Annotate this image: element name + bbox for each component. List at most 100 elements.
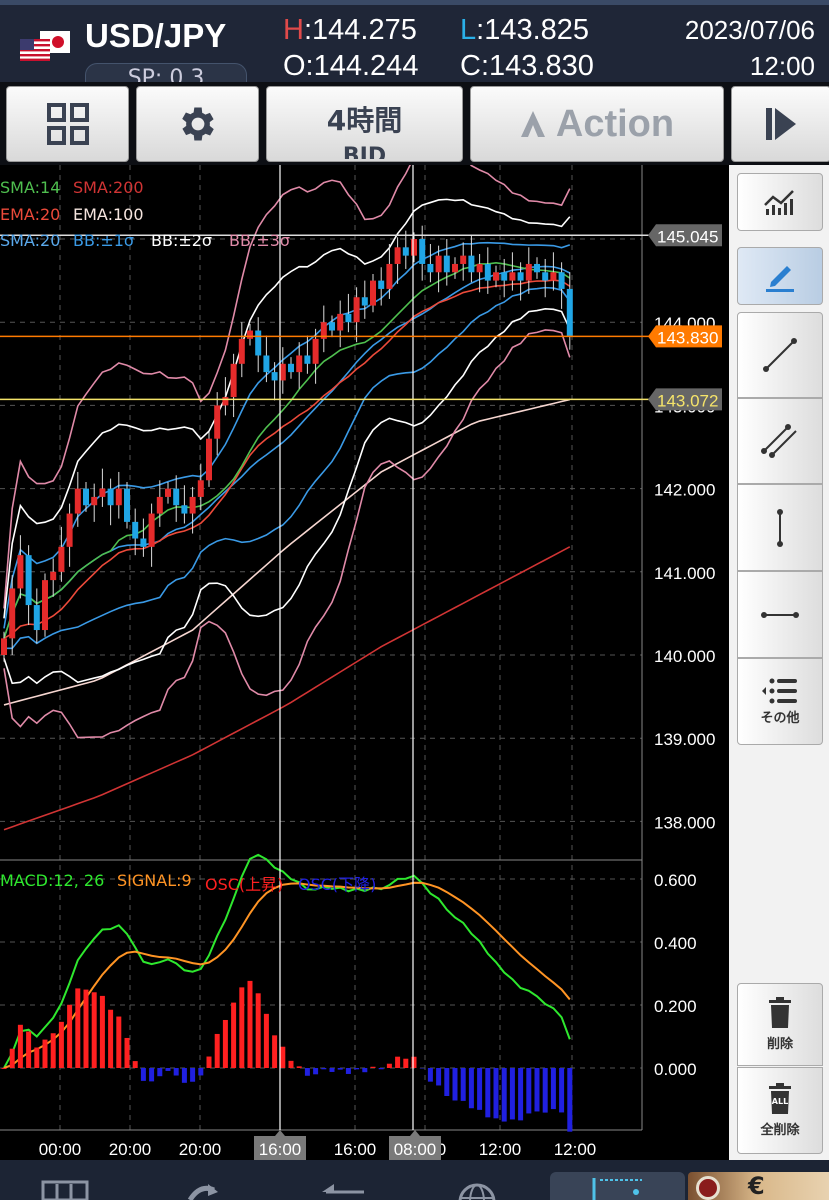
osc-bar <box>231 1002 237 1068</box>
low-label: L <box>460 14 477 46</box>
legend-sma14: SMA:14 <box>0 178 61 197</box>
candle-body <box>42 580 48 631</box>
pen-tool-button[interactable] <box>737 247 823 305</box>
horizontal-line-icon <box>761 611 799 618</box>
time-tick-label: 12:00 <box>554 1140 597 1159</box>
osc-bar <box>26 1031 32 1068</box>
list-menu-icon <box>762 678 797 704</box>
candle-body <box>206 438 212 481</box>
banner-coin-icon <box>696 1176 720 1200</box>
nav-rates-icon[interactable] <box>40 1178 90 1200</box>
legend-sma20: SMA:20 <box>0 231 61 250</box>
timeframe-button[interactable]: 4時間 BID <box>266 86 463 162</box>
time-highlight-pointer <box>275 1130 285 1136</box>
legend-sma200: SMA:200 <box>73 178 144 197</box>
usd-jpy-flag-icon <box>20 31 70 61</box>
ema100-line <box>3 398 570 706</box>
candle-body <box>476 263 483 273</box>
layout-button[interactable] <box>6 86 129 162</box>
candle-body <box>107 488 114 506</box>
osc-bar <box>255 993 261 1068</box>
osc-bar <box>9 1048 15 1068</box>
osc-bar <box>99 995 105 1068</box>
candle-body <box>493 272 499 281</box>
sma200-line <box>3 546 571 831</box>
candle-body <box>370 280 376 306</box>
price-chart[interactable]: 144.000143.000142.000141.000140.000139.0… <box>0 165 729 1160</box>
time-tick-label: 20:00 <box>109 1140 152 1159</box>
action-button[interactable]: Action <box>470 86 724 162</box>
time-tick-label: 00:00 <box>39 1140 82 1159</box>
horizontal-line-tool-button[interactable] <box>737 571 823 658</box>
all-badge: ALL <box>771 1097 789 1106</box>
candle-body <box>156 496 163 514</box>
play-step-icon <box>766 108 796 140</box>
candle-body <box>83 488 89 506</box>
osc-bar <box>149 1068 155 1082</box>
osc-bar <box>477 1068 483 1110</box>
more-tools-button[interactable]: その他 <box>737 658 823 745</box>
osc-bar <box>173 1068 179 1076</box>
osc-bar <box>263 1013 269 1068</box>
nav-chart-tab[interactable] <box>550 1172 685 1200</box>
candle-body <box>124 488 130 522</box>
price-type-label: BID <box>342 144 387 159</box>
osc-bar <box>124 1037 130 1068</box>
promo-banner[interactable]: € <box>688 1172 829 1200</box>
osc-bar <box>222 1019 228 1068</box>
delete-all-button[interactable]: ALL 全削除 <box>737 1067 823 1154</box>
time-tick-label: 16:00 <box>334 1140 377 1159</box>
euro-symbol-icon: € <box>748 1172 765 1200</box>
trendline-tool-button[interactable] <box>737 312 823 398</box>
settings-button[interactable] <box>136 86 259 162</box>
candle-body <box>25 555 32 606</box>
candle-body <box>402 247 409 256</box>
osc-bar <box>452 1068 458 1101</box>
osc-bar <box>468 1068 474 1109</box>
candle-body <box>304 355 311 364</box>
candle-body <box>517 272 524 281</box>
candle-body <box>33 605 40 631</box>
osc-bar <box>247 980 253 1068</box>
candle-body <box>140 538 147 547</box>
currency-pair[interactable]: USD/JPY <box>85 17 226 55</box>
candle-body <box>263 355 270 373</box>
pen-icon <box>766 266 794 292</box>
candle-body <box>255 330 262 356</box>
osc-bar <box>75 988 81 1068</box>
candle-body <box>525 263 532 281</box>
nav-trade-icon[interactable] <box>180 1178 230 1200</box>
osc-bar <box>116 1016 122 1068</box>
candle-body <box>378 280 385 289</box>
osc-bar <box>370 1066 376 1068</box>
high-label: H <box>283 14 304 46</box>
candle-body <box>173 488 180 506</box>
chart-type-button[interactable] <box>737 173 823 231</box>
nav-globe-icon[interactable] <box>452 1178 502 1200</box>
candle-body <box>247 330 253 339</box>
chart-toolbar: 4時間 BID Action <box>0 82 829 165</box>
vertical-line-tool-button[interactable] <box>737 484 823 571</box>
candle-body <box>74 488 81 514</box>
osc-bar <box>108 1009 114 1068</box>
next-button[interactable] <box>731 86 829 162</box>
parallel-line-tool-button[interactable] <box>737 398 823 484</box>
osc-bar <box>50 1033 56 1068</box>
legend-osc-down: OSC(下降) <box>298 875 377 894</box>
candle-body <box>542 272 549 281</box>
candle-body <box>460 255 467 264</box>
osc-bar <box>296 1066 302 1068</box>
vertical-line-icon <box>777 508 783 547</box>
candle-body <box>288 363 294 373</box>
time-highlight-pointer <box>410 1130 420 1136</box>
candle-body <box>435 255 442 273</box>
price-tick-label: 138.000 <box>654 813 715 832</box>
action-icon <box>520 111 545 137</box>
nav-exchange-icon[interactable] <box>318 1178 368 1200</box>
candle-body <box>115 488 122 506</box>
delete-button[interactable]: 削除 <box>737 983 823 1066</box>
parallel-lines-icon <box>761 424 797 458</box>
osc-bar <box>321 1068 327 1070</box>
osc-bar <box>198 1068 204 1076</box>
bb-2sigma-upper <box>3 198 571 619</box>
